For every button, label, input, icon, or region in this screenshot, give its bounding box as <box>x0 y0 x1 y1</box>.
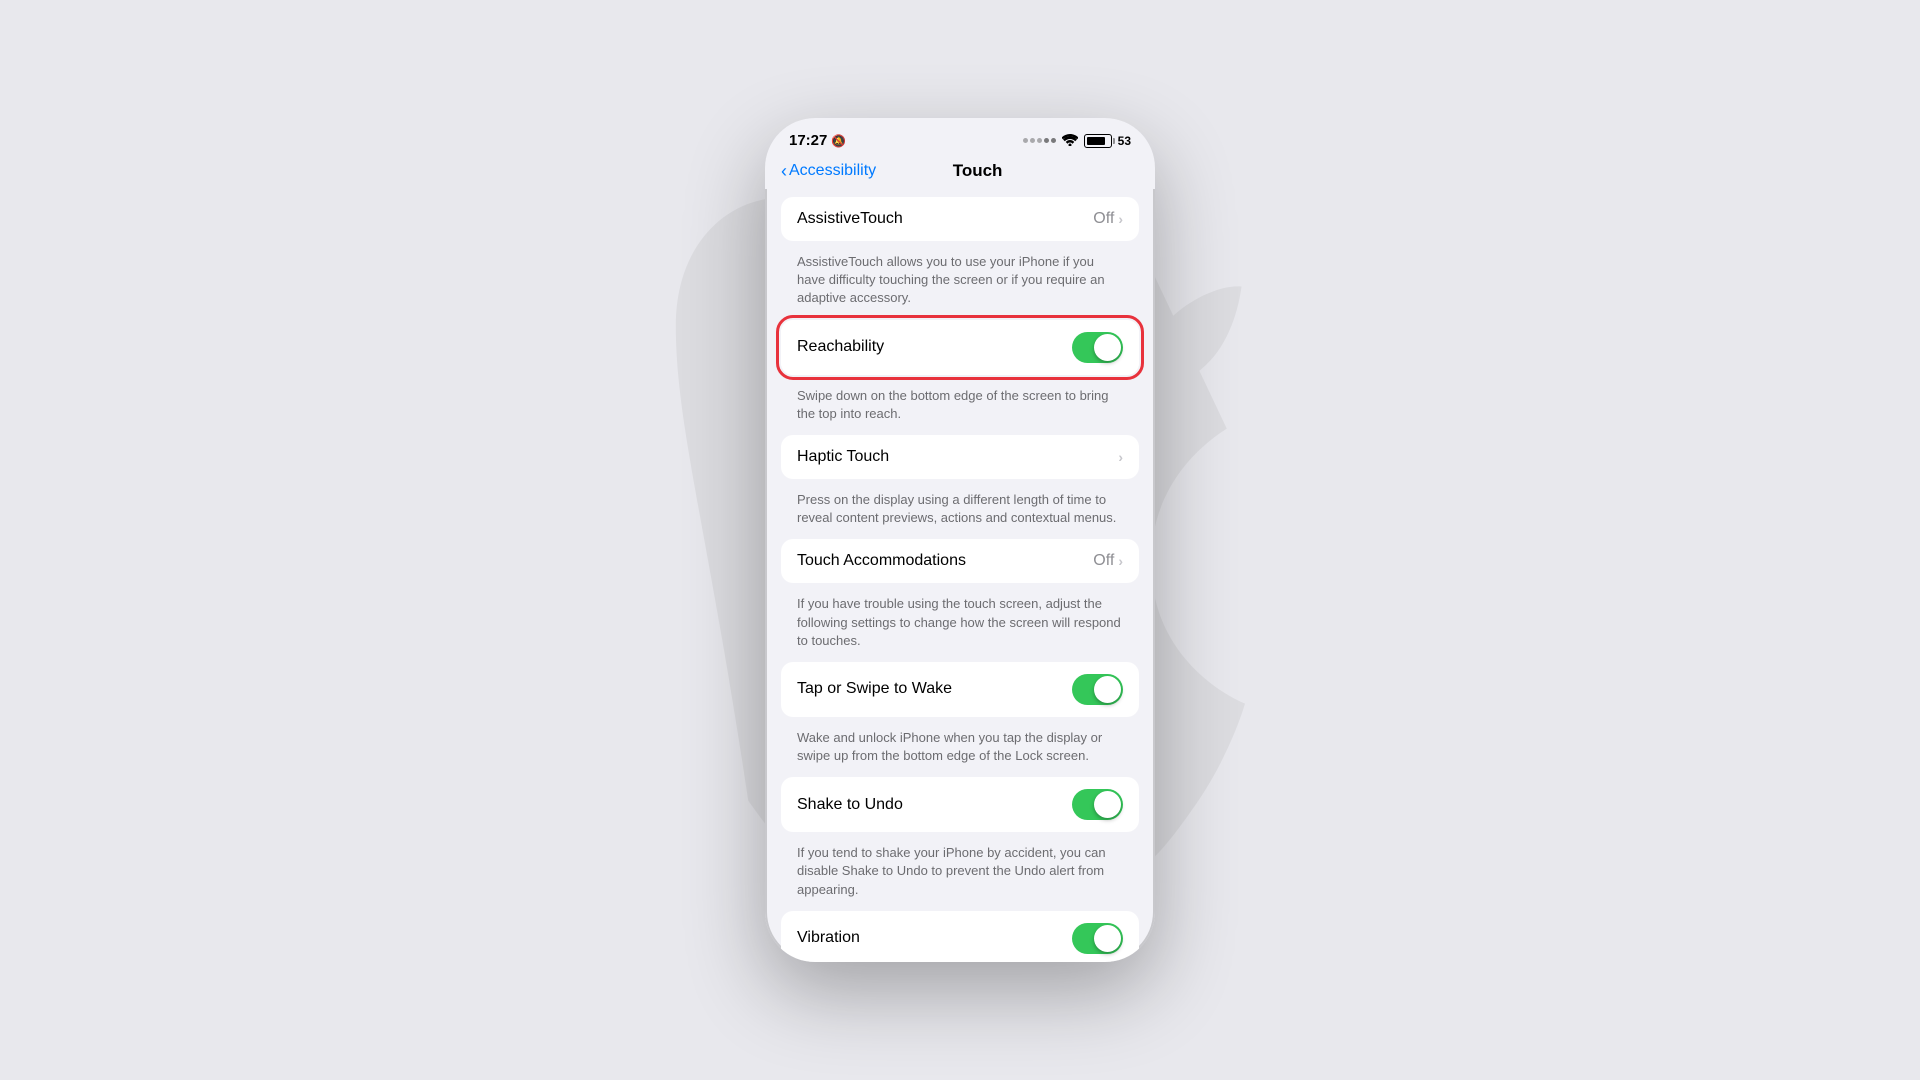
assistivetouch-value: Off <box>1093 210 1114 228</box>
toggle-knob <box>1094 334 1121 361</box>
touchaccommodations-chevron-icon: › <box>1118 553 1123 569</box>
assistivetouch-row[interactable]: AssistiveTouch Off › <box>781 197 1139 241</box>
shaketoundo-label: Shake to Undo <box>797 796 1072 814</box>
back-label: Accessibility <box>789 162 876 180</box>
assistivetouch-chevron-icon: › <box>1118 211 1123 227</box>
battery-icon: 53 <box>1084 134 1131 148</box>
haptictouch-chevron-icon: › <box>1118 449 1123 465</box>
signal-icon <box>1023 138 1056 143</box>
reachability-toggle[interactable] <box>1072 332 1123 363</box>
touchaccommodations-row[interactable]: Touch Accommodations Off › <box>781 539 1139 583</box>
back-button[interactable]: ‹ Accessibility <box>781 162 876 180</box>
vibration-toggle[interactable] <box>1072 923 1123 954</box>
taptowake-toggle[interactable] <box>1072 674 1123 705</box>
reachability-section: Reachability <box>781 320 1139 375</box>
haptictouch-description: Press on the display using a different l… <box>781 487 1139 539</box>
touchaccommodations-section: Touch Accommodations Off › <box>781 539 1139 583</box>
haptictouch-label: Haptic Touch <box>797 448 1118 466</box>
shaketoundo-row[interactable]: Shake to Undo <box>781 777 1139 832</box>
taptowake-description: Wake and unlock iPhone when you tap the … <box>781 725 1139 777</box>
shaketoundo-toggle[interactable] <box>1072 789 1123 820</box>
taptowake-section: Tap or Swipe to Wake <box>781 662 1139 717</box>
nav-bar: ‹ Accessibility Touch <box>765 157 1155 189</box>
reachability-row[interactable]: Reachability <box>781 320 1139 375</box>
time-display: 17:27 <box>789 132 827 149</box>
content-scroll[interactable]: AssistiveTouch Off › AssistiveTouch allo… <box>765 189 1155 962</box>
back-chevron-icon: ‹ <box>781 162 787 180</box>
status-icons: 53 <box>1023 133 1131 149</box>
taptowake-toggle-knob <box>1094 676 1121 703</box>
reachability-label: Reachability <box>797 338 1072 356</box>
shaketoundo-section: Shake to Undo <box>781 777 1139 832</box>
haptictouch-row[interactable]: Haptic Touch › <box>781 435 1139 479</box>
shaketoundo-toggle-knob <box>1094 791 1121 818</box>
bell-slash-icon: 🔕 <box>831 134 846 148</box>
battery-percent: 53 <box>1118 134 1131 148</box>
status-time: 17:27 🔕 <box>789 132 846 149</box>
vibration-section: Vibration <box>781 911 1139 962</box>
shaketoundo-description: If you tend to shake your iPhone by acci… <box>781 840 1139 911</box>
phone-frame: 17:27 🔕 53 ‹ <box>765 118 1155 962</box>
assistivetouch-description: AssistiveTouch allows you to use your iP… <box>781 249 1139 320</box>
page-title: Touch <box>876 161 1079 181</box>
vibration-row[interactable]: Vibration <box>781 911 1139 962</box>
assistivetouch-section: AssistiveTouch Off › <box>781 197 1139 241</box>
wifi-icon <box>1062 133 1078 149</box>
touchaccommodations-label: Touch Accommodations <box>797 552 1093 570</box>
taptowake-row[interactable]: Tap or Swipe to Wake <box>781 662 1139 717</box>
reachability-description: Swipe down on the bottom edge of the scr… <box>781 383 1139 435</box>
touchaccommodations-description: If you have trouble using the touch scre… <box>781 591 1139 662</box>
status-bar: 17:27 🔕 53 <box>765 118 1155 157</box>
assistivetouch-label: AssistiveTouch <box>797 210 1093 228</box>
haptictouch-section: Haptic Touch › <box>781 435 1139 479</box>
taptowake-label: Tap or Swipe to Wake <box>797 680 1072 698</box>
touchaccommodations-value: Off <box>1093 552 1114 570</box>
vibration-label: Vibration <box>797 929 1072 947</box>
vibration-toggle-knob <box>1094 925 1121 952</box>
